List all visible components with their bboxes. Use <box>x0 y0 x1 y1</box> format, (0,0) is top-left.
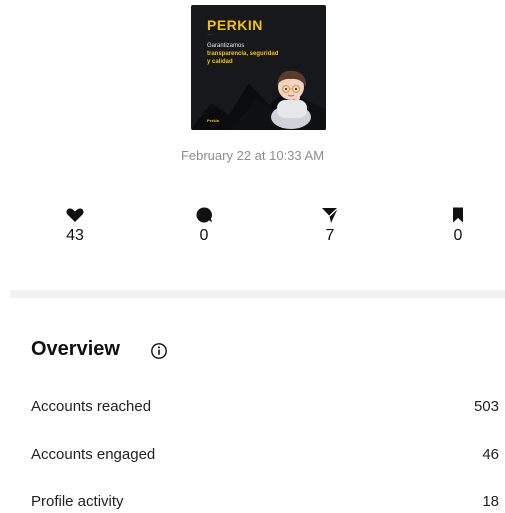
metric-label: Accounts engaged <box>31 446 156 463</box>
post-text-line-1: Garantizamos <box>207 43 245 49</box>
heart-icon <box>66 208 84 222</box>
metric-label: Accounts reached <box>31 398 152 415</box>
saves-count: 0 <box>453 227 463 244</box>
post-brand: PERKIN <box>207 17 263 33</box>
stat-likes: 43 <box>45 205 105 245</box>
metric-value: 503 <box>473 398 499 415</box>
post-text-line-3: y calidad <box>207 59 233 65</box>
stat-saves: 0 <box>428 205 488 245</box>
metric-value: 18 <box>482 493 499 510</box>
engagement-stats: 43 0 7 0 <box>0 205 505 265</box>
post-timestamp: February 22 at 10:33 AM <box>180 148 325 163</box>
info-icon[interactable] <box>150 342 168 360</box>
bookmark-icon <box>453 207 463 223</box>
section-divider <box>10 290 505 298</box>
metric-value: 46 <box>482 446 499 463</box>
stat-shares: 7 <box>300 205 360 245</box>
overview-title: Overview <box>31 338 120 360</box>
post-text-line-2: transparencia, seguridad <box>207 51 279 57</box>
share-icon <box>322 207 339 223</box>
stat-comments: 0 <box>174 205 234 245</box>
post-footer-logo: Perkin <box>207 118 220 123</box>
post-brand-sub: ...... <box>207 32 213 36</box>
post-thumbnail[interactable]: PERKIN ...... Garantizamos transparencia… <box>191 5 326 130</box>
metric-label: Profile activity <box>31 493 124 510</box>
comment-icon <box>196 207 212 223</box>
likes-count: 43 <box>66 227 84 244</box>
comments-count: 0 <box>199 227 209 244</box>
shares-count: 7 <box>325 227 335 244</box>
